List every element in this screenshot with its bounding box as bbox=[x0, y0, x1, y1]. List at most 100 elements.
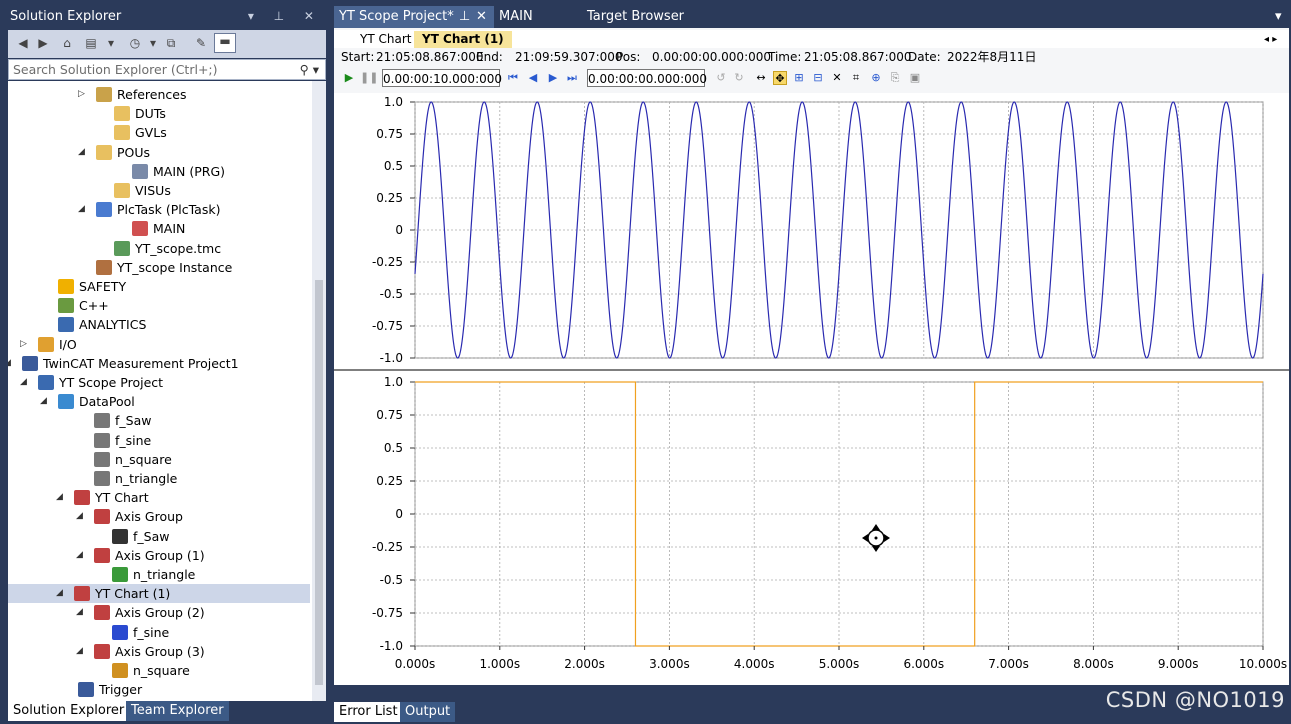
search-input[interactable]: Search Solution Explorer (Ctrl+;) ⚲ ▾ bbox=[8, 59, 326, 80]
tree-item[interactable]: YT_scope Instance bbox=[8, 258, 310, 277]
expand-arrow-icon[interactable]: ▷ bbox=[20, 335, 30, 354]
tab-team-explorer[interactable]: Team Explorer bbox=[126, 701, 229, 721]
auto-scale-icon[interactable]: ⌗ bbox=[849, 71, 863, 85]
tree-item[interactable]: n_triangle bbox=[8, 565, 310, 584]
tree-item[interactable]: f_sine bbox=[8, 623, 310, 642]
tree-item[interactable]: GVLs bbox=[8, 123, 310, 142]
tree-item[interactable]: n_triangle bbox=[8, 469, 310, 488]
chevron-down-icon[interactable]: ▾ bbox=[146, 36, 160, 50]
tab-yt-scope-project[interactable]: YT Scope Project* ⊥ ✕ bbox=[334, 6, 494, 28]
tree-item[interactable]: DUTs bbox=[8, 104, 310, 123]
tree-item[interactable]: ▷ References bbox=[8, 85, 310, 104]
previous-icon[interactable]: ◀ bbox=[526, 71, 540, 85]
tree-item[interactable]: f_Saw bbox=[8, 411, 310, 430]
tree-item[interactable]: ◢ YT Chart bbox=[8, 488, 310, 507]
x-tick-label: 0.000s bbox=[395, 657, 436, 671]
tab-scroll-arrows-icon[interactable]: ◂ ▸ bbox=[1256, 31, 1285, 48]
tree-item[interactable]: ◢ Axis Group (2) bbox=[8, 603, 310, 622]
tree-item[interactable]: ◢ TwinCAT Measurement Project1 bbox=[8, 354, 310, 373]
settings-panel-icon[interactable]: ▣ bbox=[908, 71, 922, 85]
tree-item[interactable]: ◢ Axis Group (3) bbox=[8, 642, 310, 661]
y-tick-label: -0.25 bbox=[372, 255, 403, 269]
tree-item[interactable]: Trigger bbox=[8, 680, 310, 699]
tree-item[interactable]: SAFETY bbox=[8, 277, 310, 296]
tree-item[interactable]: ◢ YT Scope Project bbox=[8, 373, 310, 392]
tree-item[interactable]: ANALYTICS bbox=[8, 315, 310, 334]
play-icon[interactable]: ▶ bbox=[342, 71, 356, 85]
collapse-arrow-icon[interactable]: ◢ bbox=[76, 507, 86, 526]
collapse-arrow-icon[interactable]: ◢ bbox=[8, 354, 14, 373]
tree-item[interactable]: MAIN (PRG) bbox=[8, 162, 310, 181]
last-icon[interactable]: ⏭ bbox=[565, 71, 579, 85]
tab-yt-chart-1[interactable]: YT Chart (1) bbox=[414, 31, 512, 48]
collapse-arrow-icon[interactable]: ◢ bbox=[76, 642, 86, 661]
tab-output[interactable]: Output bbox=[400, 702, 456, 722]
collapse-arrow-icon[interactable]: ◢ bbox=[20, 373, 30, 392]
collapse-arrow-icon[interactable]: ◢ bbox=[56, 488, 66, 507]
export-icon[interactable]: ⎘ bbox=[888, 71, 902, 85]
tree-item[interactable]: C++ bbox=[8, 296, 310, 315]
pin-icon[interactable]: ⊥ bbox=[459, 6, 470, 28]
float64-icon bbox=[94, 413, 110, 429]
scope-charts-svg[interactable]: 1.0 0.75 0.5 0.25 0 -0.25 -0.5 -0.75 -1.0 1.0 0.75… bbox=[334, 93, 1289, 685]
collapse-arrow-icon[interactable]: ◢ bbox=[56, 584, 66, 603]
zoom-x-icon[interactable]: ⊞ bbox=[792, 71, 806, 85]
pan-horizontal-icon[interactable]: ↔ bbox=[754, 71, 768, 85]
collapse-arrow-icon[interactable]: ◢ bbox=[76, 546, 86, 565]
tree-item[interactable]: ◢ DataPool bbox=[8, 392, 310, 411]
tree-item[interactable]: ◢ YT Chart (1) bbox=[8, 584, 310, 604]
expand-arrow-icon[interactable]: ▷ bbox=[78, 85, 88, 104]
tree-item[interactable]: ◢ Axis Group bbox=[8, 507, 310, 526]
axis-group-icon bbox=[94, 643, 110, 659]
forward-icon[interactable]: ▶ bbox=[36, 36, 50, 50]
zoom-y-icon[interactable]: ⊟ bbox=[811, 71, 825, 85]
x-tick-label: 10.000s bbox=[1239, 657, 1287, 671]
close-icon[interactable]: ✕ bbox=[476, 6, 487, 28]
tree-item[interactable]: ◢ PlcTask (PlcTask) bbox=[8, 200, 310, 219]
tree-item[interactable]: ▷ I/O bbox=[8, 335, 310, 354]
position-input[interactable]: 0.00:00:00.000:000 bbox=[587, 69, 707, 87]
undo-icon[interactable]: ↺ bbox=[714, 71, 728, 85]
search-icon[interactable]: ⚲ ▾ bbox=[300, 62, 319, 77]
next-icon[interactable]: ▶ bbox=[546, 71, 560, 85]
tree-scrollbar-thumb[interactable] bbox=[315, 280, 323, 685]
tree-item[interactable]: VISUs bbox=[8, 181, 310, 200]
preview-icon[interactable]: ▬ bbox=[214, 33, 236, 53]
pending-changes-icon[interactable]: ◷ bbox=[128, 36, 142, 50]
redo-icon[interactable]: ↻ bbox=[732, 71, 746, 85]
collapse-all-icon[interactable]: ⧉ bbox=[164, 36, 178, 50]
panel-window-controls[interactable]: ▾ ⊥ ✕ bbox=[248, 9, 322, 23]
tree-item[interactable]: ◢ POUs bbox=[8, 143, 310, 162]
chevron-down-icon[interactable]: ▾ bbox=[104, 36, 118, 50]
collapse-arrow-icon[interactable]: ◢ bbox=[76, 603, 86, 622]
tree-item[interactable]: f_Saw bbox=[8, 527, 310, 546]
tree-item[interactable]: MAIN bbox=[8, 219, 310, 238]
home-icon[interactable]: ⌂ bbox=[60, 36, 74, 50]
switch-view-icon[interactable]: ▤ bbox=[84, 36, 98, 50]
tab-target-browser[interactable]: Target Browser bbox=[582, 6, 689, 28]
overview-icon[interactable]: ⊕ bbox=[869, 71, 883, 85]
solution-tree: ▷ References DUTs GVLs ◢ POUs MAIN (PRG) VISUs ◢… bbox=[8, 81, 326, 701]
tree-item[interactable]: n_square bbox=[8, 661, 310, 680]
tree-item[interactable]: YT_scope.tmc bbox=[8, 239, 310, 258]
tab-dropdown-icon[interactable]: ▾ bbox=[1270, 6, 1287, 28]
collapse-arrow-icon[interactable]: ◢ bbox=[78, 200, 88, 219]
pan-move-icon[interactable]: ✥ bbox=[773, 71, 787, 85]
pause-icon[interactable]: ❚❚ bbox=[360, 71, 378, 85]
tree-item-label: YT_scope Instance bbox=[117, 259, 233, 275]
tree-item[interactable]: ◢ Axis Group (1) bbox=[8, 546, 310, 565]
tab-yt-chart[interactable]: YT Chart bbox=[352, 31, 419, 48]
cursor-cross-icon[interactable]: ✕ bbox=[830, 71, 844, 85]
properties-wrench-icon[interactable]: ✎ bbox=[194, 36, 208, 50]
chart-area[interactable]: 1.0 0.75 0.5 0.25 0 -0.25 -0.5 -0.75 -1.0 1.0 0.75… bbox=[334, 93, 1289, 685]
collapse-arrow-icon[interactable]: ◢ bbox=[40, 392, 50, 411]
back-icon[interactable]: ◀ bbox=[16, 36, 30, 50]
collapse-arrow-icon[interactable]: ◢ bbox=[78, 143, 88, 162]
tab-error-list[interactable]: Error List bbox=[334, 702, 403, 722]
tree-item[interactable]: f_sine bbox=[8, 431, 310, 450]
first-icon[interactable]: ⏮ bbox=[506, 71, 520, 85]
tree-item[interactable]: n_square bbox=[8, 450, 310, 469]
tab-solution-explorer[interactable]: Solution Explorer bbox=[8, 701, 130, 721]
time-span-input[interactable]: 0.00:00:10.000:000 bbox=[382, 69, 502, 87]
tab-main[interactable]: MAIN bbox=[494, 6, 538, 28]
